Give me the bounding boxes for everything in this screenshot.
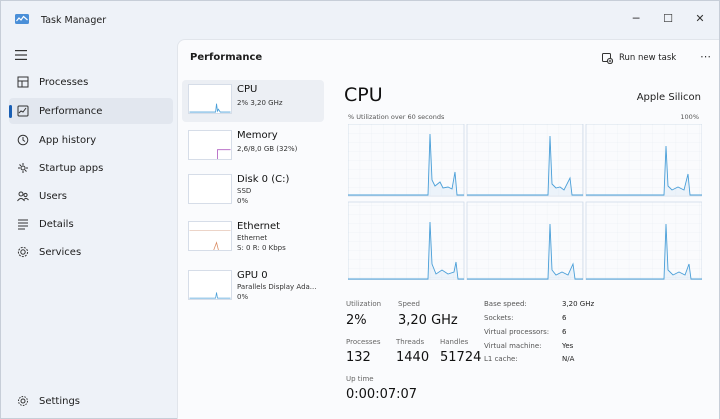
device-name: Ethernet [237,221,281,232]
spec-value: 3,20 GHz [562,300,595,308]
device-name: GPU 0 [237,270,268,281]
device-detail: 0% [237,293,249,301]
maximize-button[interactable]: ☐ [653,9,683,27]
sidebar-item-details[interactable]: Details [9,211,173,237]
device-detail: 0% [237,197,249,205]
gear-icon [18,396,28,406]
task-manager-window: Task Manager ─ ☐ ✕ Processes Performance… [0,0,720,419]
spec-label: L1 cache: [484,355,518,363]
sidebar-item-processes[interactable]: Processes [9,69,173,95]
page-title: Performance [190,52,263,63]
spec-value: N/A [562,355,575,363]
processes-value: 132 [346,350,371,365]
performance-icon [17,105,29,117]
cpu-model-name: Apple Silicon [636,92,701,103]
handles-value: 51724 [440,350,482,365]
startup-icon [18,163,28,173]
more-options-button[interactable]: ⋯ [700,50,711,63]
run-new-task-button[interactable]: Run new task [602,48,676,68]
close-icon: ✕ [695,11,705,25]
task-manager-app-icon [15,14,29,24]
performance-panel: Performance Run new task ⋯ CPU 2% 3,20 G… [177,39,719,419]
threads-label: Threads [396,338,425,346]
minimize-icon: ─ [632,11,640,25]
spec-value: 6 [562,328,567,336]
spec-label: Virtual machine: [484,342,542,350]
close-button[interactable]: ✕ [685,9,715,27]
spec-label: Virtual processors: [484,328,550,336]
sidebar-item-label: Users [39,190,68,202]
device-detail: Parallels Display Ada... [237,283,317,291]
handles-label: Handles [440,338,469,346]
gpu-thumbnail-graph [188,270,232,300]
core-graph [585,124,702,197]
history-icon [17,134,29,146]
sidebar-item-services[interactable]: Services [9,239,173,265]
threads-value: 1440 [396,350,430,365]
core-graph [466,124,584,197]
sidebar-item-users[interactable]: Users [9,183,173,209]
spec-value: Yes [562,342,574,350]
device-detail: 2,6/8,0 GB (32%) [237,145,298,153]
device-detail: SSD [237,187,252,195]
disk-thumbnail-graph [188,174,232,204]
sidebar-item-label: Processes [39,76,89,88]
device-item-gpu[interactable]: GPU 0 Parallels Display Ada... 0% [182,266,324,308]
window-title: Task Manager [41,15,107,26]
sidebar-item-label: App history [39,134,97,146]
device-item-cpu[interactable]: CPU 2% 3,20 GHz [182,80,324,122]
sidebar-item-label: Performance [39,105,103,117]
details-icon [18,219,28,230]
device-item-disk[interactable]: Disk 0 (C:) SSD 0% [182,170,324,212]
cpu-heading: CPU [344,84,383,106]
device-name: Memory [237,130,278,141]
utilization-value: 2% [346,313,367,328]
speed-value: 3,20 GHz [398,313,458,328]
cpu-thumbnail-graph [188,84,232,114]
device-detail: 2% 3,20 GHz [237,99,283,107]
services-icon [17,246,29,258]
graph-caption: % Utilization over 60 seconds [348,113,445,121]
sidebar-item-label: Startup apps [39,162,104,174]
sidebar-item-label: Services [39,246,82,258]
device-name: Disk 0 (C:) [237,174,290,185]
ethernet-thumbnail-graph [188,221,232,251]
uptime-label: Up time [346,375,374,383]
users-icon [17,191,29,202]
core-graph [585,201,702,280]
device-detail: S: 0 R: 0 Kbps [237,244,286,252]
maximize-icon: ☐ [663,11,673,25]
core-graph [348,124,465,197]
sidebar-item-startup-apps[interactable]: Startup apps [9,155,173,181]
utilization-label: Utilization [346,300,382,308]
run-task-icon [602,52,613,64]
minimize-button[interactable]: ─ [621,9,651,27]
processes-icon [17,76,29,88]
title-bar: Task Manager ─ ☐ ✕ [1,1,719,35]
device-item-memory[interactable]: Memory 2,6/8,0 GB (32%) [182,126,324,168]
core-graph [348,201,465,280]
cpu-core-graphs [348,124,702,280]
processes-label: Processes [346,338,381,346]
selection-indicator [9,105,12,118]
speed-label: Speed [398,300,420,308]
sidebar-item-label: Details [39,218,74,230]
sidebar-item-label: Settings [39,395,81,407]
sidebar-item-performance[interactable]: Performance [9,98,173,124]
graph-max-label: 100% [680,113,699,121]
spec-label: Base speed: [484,300,527,308]
device-name: CPU [237,84,258,95]
spec-value: 6 [562,314,567,322]
spec-label: Sockets: [484,314,514,322]
memory-thumbnail-graph [188,130,232,160]
hamburger-menu-icon[interactable] [15,50,27,60]
uptime-value: 0:00:07:07 [346,387,418,402]
run-new-task-label: Run new task [619,53,677,63]
device-item-ethernet[interactable]: Ethernet Ethernet S: 0 R: 0 Kbps [182,217,324,259]
core-graph [466,201,584,280]
device-detail: Ethernet [237,234,268,242]
sidebar-item-settings[interactable]: Settings [9,388,173,414]
sidebar-item-app-history[interactable]: App history [9,127,173,153]
